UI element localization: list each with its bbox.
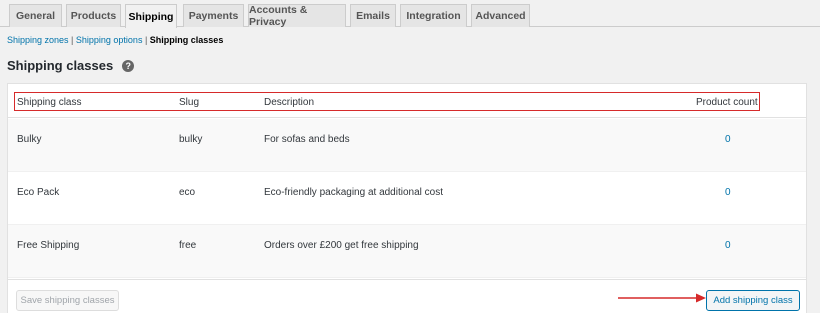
subnav-link-shipping-zones[interactable]: Shipping zones [7,35,69,45]
shipping-subnav: Shipping zones | Shipping options | Ship… [7,35,223,45]
shipping-class-description: Eco-friendly packaging at additional cos… [264,187,443,198]
annotation-arrow-icon [618,293,706,303]
shipping-class-description: Orders over £200 get free shipping [264,240,419,251]
column-header-slug: Slug [179,97,200,108]
shipping-class-slug: eco [179,187,196,198]
product-count-link[interactable]: 0 [725,240,731,251]
shipping-class-name: Bulky [17,134,42,145]
tab-integration[interactable]: Integration [400,4,467,27]
column-header-description: Description [264,97,315,108]
shipping-classes-table: Shipping class Slug Description Product … [7,83,807,313]
subnav-separator: | [142,35,150,45]
annotation-highlight-box [14,92,760,111]
subnav-current-shipping-classes: Shipping classes [149,35,224,45]
tab-advanced[interactable]: Advanced [471,4,530,27]
tab-general[interactable]: General [9,4,62,27]
subnav-separator: | [68,35,76,45]
shipping-class-name: Eco Pack [17,187,60,198]
tab-accounts-privacy[interactable]: Accounts & Privacy [248,4,346,28]
product-count-link[interactable]: 0 [725,134,731,145]
table-row[interactable]: Bulky bulky For sofas and beds 0 [8,119,806,172]
shipping-class-slug: free [179,240,197,251]
add-shipping-class-button[interactable]: Add shipping class [706,290,800,311]
tab-products[interactable]: Products [66,4,121,27]
column-header-shipping-class: Shipping class [17,97,82,108]
settings-tab-bar: General Products Shipping Payments Accou… [0,0,820,28]
shipping-class-description: For sofas and beds [264,134,350,145]
table-row[interactable]: Free Shipping free Orders over £200 get … [8,225,806,278]
tab-emails[interactable]: Emails [350,4,396,27]
save-shipping-classes-button: Save shipping classes [16,290,119,311]
tab-payments[interactable]: Payments [183,4,244,27]
tab-shipping[interactable]: Shipping [125,4,177,28]
table-header-row: Shipping class Slug Description Product … [8,84,806,118]
help-icon[interactable]: ? [122,59,135,72]
product-count-link[interactable]: 0 [725,187,731,198]
shipping-class-slug: bulky [179,134,203,145]
shipping-class-name: Free Shipping [17,240,80,251]
column-header-product-count: Product count [696,97,758,108]
subnav-link-shipping-options[interactable]: Shipping options [76,35,143,45]
page-heading: Shipping classes ? [7,58,135,73]
table-row[interactable]: Eco Pack eco Eco-friendly packaging at a… [8,172,806,225]
page-title: Shipping classes [7,58,114,73]
